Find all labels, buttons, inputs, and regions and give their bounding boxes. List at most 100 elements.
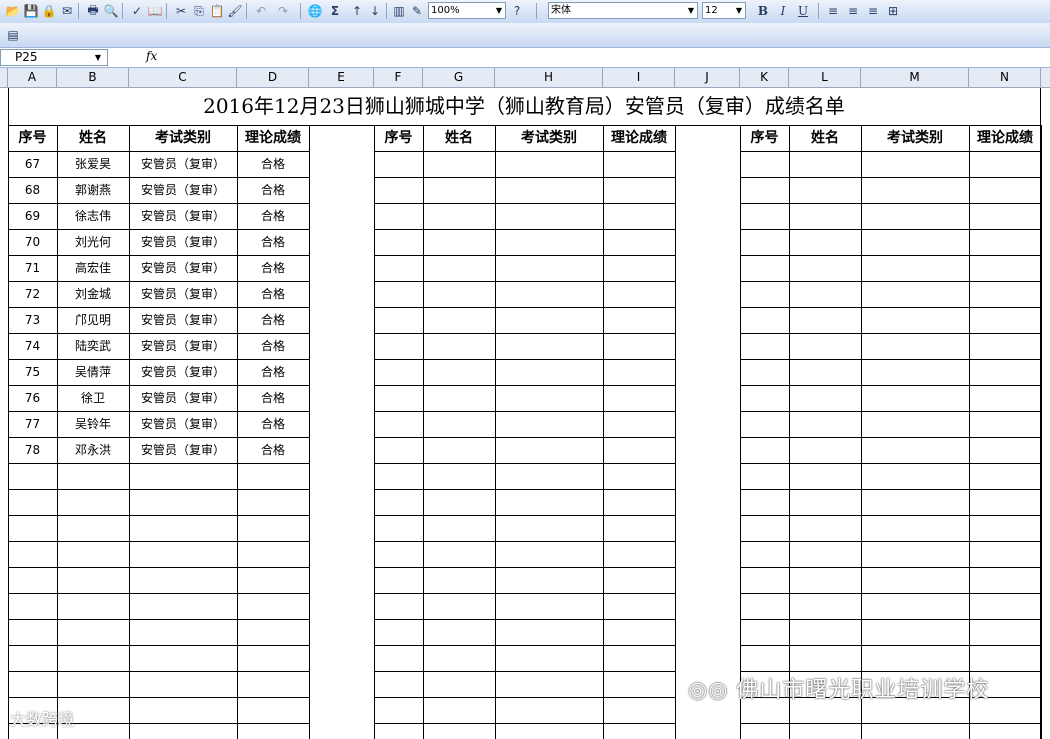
paste-icon[interactable]: 📋 (208, 2, 226, 20)
table-cell-score[interactable]: 合格 (237, 281, 309, 307)
table-header-no[interactable]: 序号 (8, 125, 57, 151)
column-header-f[interactable]: F (374, 68, 423, 87)
table-header-name[interactable]: 姓名 (57, 125, 129, 151)
function-icon[interactable]: fx (146, 49, 157, 63)
zoom-select[interactable]: 100% ▼ (428, 2, 506, 19)
sort-ascending-icon[interactable]: ↑ (348, 2, 366, 20)
email-icon[interactable]: ✉ (58, 2, 76, 20)
table-cell-type[interactable]: 安管员（复审） (129, 411, 237, 437)
table-cell-no[interactable]: 75 (8, 359, 57, 385)
table-cell-name[interactable]: 陆奕武 (57, 333, 129, 359)
table-header-score[interactable]: 理论成绩 (603, 125, 675, 151)
table-cell-score[interactable]: 合格 (237, 333, 309, 359)
column-header-e[interactable]: E (309, 68, 374, 87)
table-cell-type[interactable]: 安管员（复审） (129, 359, 237, 385)
select-all-corner[interactable] (0, 68, 8, 87)
table-header-no[interactable]: 序号 (740, 125, 789, 151)
table-cell-type[interactable]: 安管员（复审） (129, 437, 237, 463)
table-cell-type[interactable]: 安管员（复审） (129, 307, 237, 333)
spelling-icon[interactable]: ✓ (128, 2, 146, 20)
table-cell-no[interactable]: 67 (8, 151, 57, 177)
chevron-down-icon[interactable]: ▼ (95, 50, 101, 65)
table-cell-score[interactable]: 合格 (237, 385, 309, 411)
column-header-k[interactable]: K (740, 68, 789, 87)
table-cell-name[interactable]: 吴倩萍 (57, 359, 129, 385)
table-cell-type[interactable]: 安管员（复审） (129, 229, 237, 255)
table-cell-score[interactable]: 合格 (237, 437, 309, 463)
table-cell-no[interactable]: 68 (8, 177, 57, 203)
save-icon[interactable]: 💾 (22, 2, 40, 20)
chevron-down-icon[interactable]: ▼ (685, 3, 697, 18)
align-left-icon[interactable]: ≡ (824, 2, 842, 20)
autosum-icon[interactable]: Σ (326, 2, 344, 20)
table-header-score[interactable]: 理论成绩 (969, 125, 1041, 151)
table-cell-no[interactable]: 77 (8, 411, 57, 437)
table-header-type[interactable]: 考试类别 (129, 125, 237, 151)
table-header-score[interactable]: 理论成绩 (237, 125, 309, 151)
table-cell-no[interactable]: 69 (8, 203, 57, 229)
table-header-type[interactable]: 考试类别 (495, 125, 603, 151)
underline-button[interactable]: U (794, 2, 812, 20)
sort-descending-icon[interactable]: ↓ (366, 2, 384, 20)
table-cell-name[interactable]: 吴铃年 (57, 411, 129, 437)
hyperlink-icon[interactable]: 🌐 (306, 2, 324, 20)
table-cell-no[interactable]: 74 (8, 333, 57, 359)
table-cell-score[interactable]: 合格 (237, 359, 309, 385)
table-cell-name[interactable]: 刘金城 (57, 281, 129, 307)
column-header-g[interactable]: G (423, 68, 495, 87)
column-header-c[interactable]: C (129, 68, 237, 87)
column-header-n[interactable]: N (969, 68, 1041, 87)
font-size-select[interactable]: 12 ▼ (702, 2, 746, 19)
table-cell-score[interactable]: 合格 (237, 255, 309, 281)
cut-icon[interactable]: ✂ (172, 2, 190, 20)
font-name-select[interactable]: 宋体 ▼ (548, 2, 698, 19)
table-cell-no[interactable]: 71 (8, 255, 57, 281)
table-cell-score[interactable]: 合格 (237, 203, 309, 229)
table-cell-no[interactable]: 72 (8, 281, 57, 307)
align-right-icon[interactable]: ≡ (864, 2, 882, 20)
table-cell-type[interactable]: 安管员（复审） (129, 203, 237, 229)
open-icon[interactable]: 📂 (4, 2, 22, 20)
copy-icon[interactable]: ⎘ (190, 2, 208, 20)
table-cell-no[interactable]: 78 (8, 437, 57, 463)
table-cell-name[interactable]: 徐卫 (57, 385, 129, 411)
column-header-b[interactable]: B (57, 68, 129, 87)
print-preview-icon[interactable]: 🔍 (102, 2, 120, 20)
table-cell-no[interactable]: 73 (8, 307, 57, 333)
table-cell-type[interactable]: 安管员（复审） (129, 177, 237, 203)
align-center-icon[interactable]: ≡ (844, 2, 862, 20)
table-cell-type[interactable]: 安管员（复审） (129, 281, 237, 307)
table-cell-name[interactable]: 高宏佳 (57, 255, 129, 281)
column-header-l[interactable]: L (789, 68, 861, 87)
help-icon[interactable]: ? (508, 2, 526, 20)
table-cell-type[interactable]: 安管员（复审） (129, 385, 237, 411)
table-cell-name[interactable]: 刘光何 (57, 229, 129, 255)
redo-icon[interactable]: ↷ (274, 2, 292, 20)
table-cell-name[interactable]: 郭谢燕 (57, 177, 129, 203)
table-cell-no[interactable]: 76 (8, 385, 57, 411)
table-header-name[interactable]: 姓名 (789, 125, 861, 151)
table-cell-name[interactable]: 张爱昊 (57, 151, 129, 177)
table-cell-score[interactable]: 合格 (237, 307, 309, 333)
bold-button[interactable]: B (754, 2, 772, 20)
column-header-a[interactable]: A (8, 68, 57, 87)
research-icon[interactable]: 📖 (146, 2, 164, 20)
table-cell-name[interactable]: 邓永洪 (57, 437, 129, 463)
table-cell-score[interactable]: 合格 (237, 177, 309, 203)
format-painter-icon[interactable]: 🖌 (226, 2, 244, 20)
undo-icon[interactable]: ↶ (252, 2, 270, 20)
table-cell-type[interactable]: 安管员（复审） (129, 255, 237, 281)
table-header-name[interactable]: 姓名 (423, 125, 495, 151)
table-header-type[interactable]: 考试类别 (861, 125, 969, 151)
table-cell-score[interactable]: 合格 (237, 229, 309, 255)
table-cell-name[interactable]: 邝见明 (57, 307, 129, 333)
column-header-h[interactable]: H (495, 68, 603, 87)
column-header-j[interactable]: J (675, 68, 740, 87)
worksheet[interactable]: 2016年12月23日狮山狮城中学（狮山教育局）安管员（复审）成绩名单 序号 姓名… (0, 88, 1050, 739)
name-box[interactable]: P25 ▼ (0, 49, 108, 66)
column-header-i[interactable]: I (603, 68, 675, 87)
column-header-m[interactable]: M (861, 68, 969, 87)
table-cell-type[interactable]: 安管员（复审） (129, 151, 237, 177)
chart-wizard-icon[interactable]: ▥ (390, 2, 408, 20)
italic-button[interactable]: I (774, 2, 792, 20)
